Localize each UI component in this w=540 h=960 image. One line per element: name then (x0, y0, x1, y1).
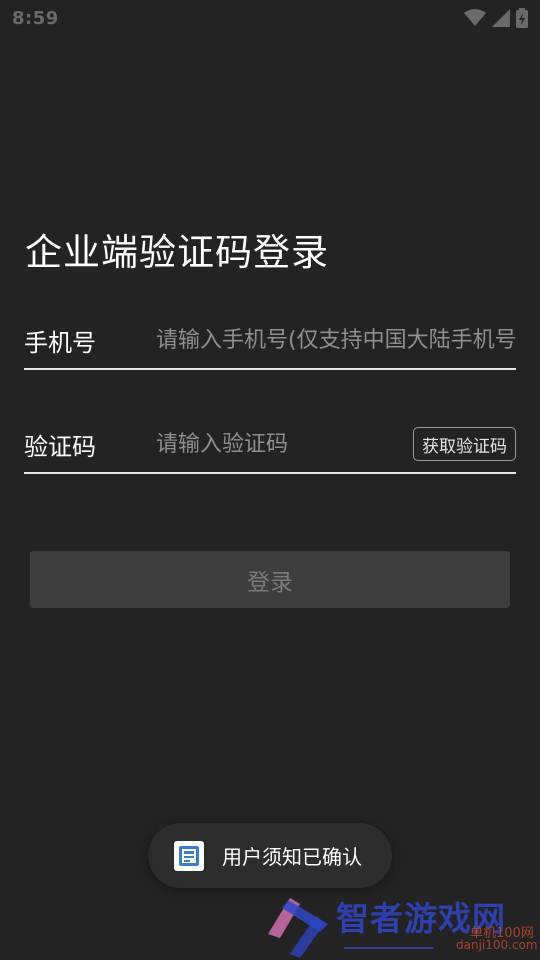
status-bar: 8:59 (0, 0, 540, 36)
phone-input[interactable] (156, 312, 516, 368)
status-time: 8:59 (12, 7, 59, 29)
code-label: 验证码 (24, 432, 96, 461)
battery-icon (516, 8, 528, 28)
phone-field-row: 手机号 (24, 312, 516, 370)
toast: 用户须知已确认 (148, 823, 392, 888)
code-input[interactable] (156, 416, 413, 472)
phone-label: 手机号 (24, 328, 96, 357)
watermark-logo-icon (260, 894, 332, 960)
watermark-sub2: danji100.com (456, 938, 538, 952)
login-button[interactable]: 登录 (30, 551, 510, 608)
signal-icon (492, 9, 510, 27)
app-icon (174, 840, 204, 871)
toast-text: 用户须知已确认 (222, 845, 362, 869)
watermark: 智者游戏网 单机100网 danji100.com (258, 892, 540, 960)
watermark-line (344, 947, 434, 949)
wifi-icon (464, 9, 486, 27)
page-title: 企业端验证码登录 (25, 231, 329, 274)
code-field-row: 验证码 获取验证码 (24, 416, 516, 474)
status-icons (464, 8, 528, 28)
get-code-button[interactable]: 获取验证码 (413, 427, 516, 461)
